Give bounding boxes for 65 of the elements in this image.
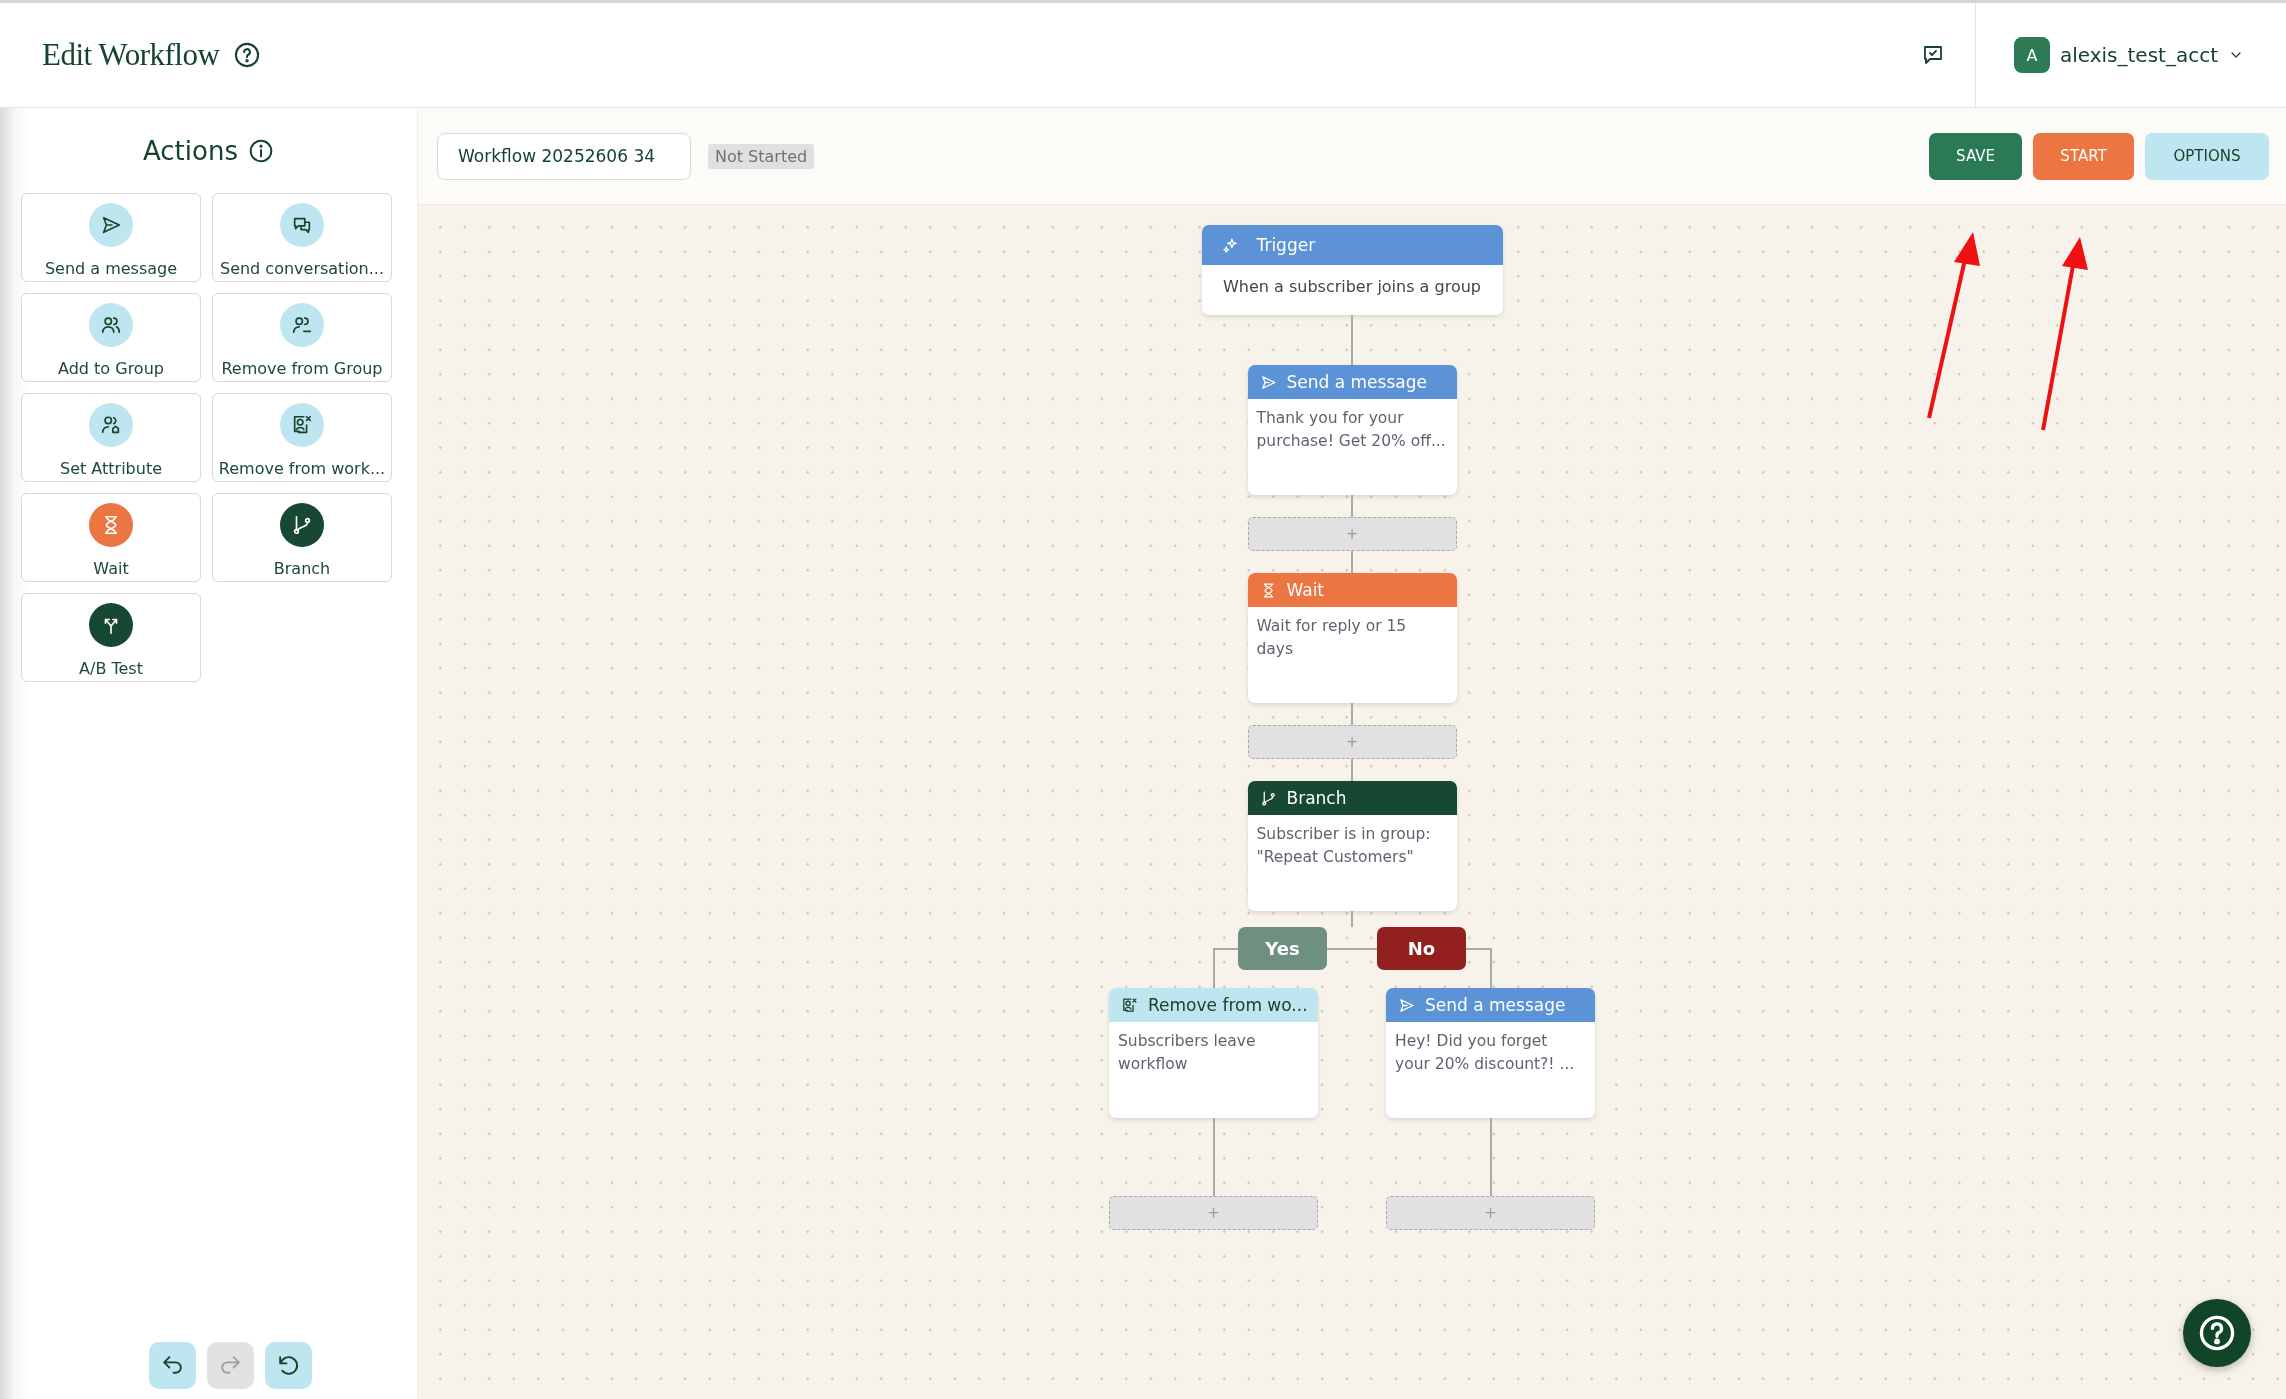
step-description: Thank you for your purchase! Get 20% off... (1255, 408, 1447, 452)
step-title: Remove from wo... (1148, 995, 1308, 1015)
step-card[interactable]: Branch Subscriber is in group: "Repeat Customers" (1247, 781, 1457, 911)
paper-plane-icon (89, 203, 133, 247)
avatar: A (2013, 37, 2050, 73)
action-label: A/B Test (79, 659, 143, 678)
person-shape-icon (89, 403, 133, 447)
save-button[interactable]: SAVE (1929, 132, 2022, 180)
info-icon (248, 138, 274, 164)
action-card[interactable]: Add to Group (21, 293, 201, 382)
help-icon[interactable] (2183, 1299, 2251, 1367)
status-badge: Not Started (708, 143, 815, 169)
step-description: Subscriber is in group: "Repeat Customers" (1255, 824, 1432, 868)
portrait-x-icon (280, 403, 324, 447)
hourglass-icon (89, 503, 133, 547)
step-card[interactable]: Trigger When a subscriber joins a group (1201, 225, 1503, 315)
action-card[interactable]: Remove from Group (212, 293, 392, 382)
action-card[interactable]: Set Attribute (21, 393, 201, 482)
step-title: Wait (1286, 580, 1325, 600)
action-label: Send conversation... (219, 259, 384, 278)
step-description: Wait for reply or 15 days (1255, 616, 1408, 660)
branch-label[interactable]: No (1377, 927, 1466, 970)
action-card[interactable]: Wait (21, 493, 201, 582)
branch-icon (1259, 789, 1277, 807)
actions-heading: Actions (143, 136, 238, 166)
step-title: Send a message (1425, 995, 1566, 1015)
action-label: Remove from Group (221, 359, 383, 378)
action-label: Add to Group (58, 359, 164, 378)
action-card[interactable]: Send conversation... (212, 193, 392, 282)
help-icon[interactable] (233, 41, 262, 69)
step-card[interactable]: Wait Wait for reply or 15 days (1247, 573, 1457, 703)
undo-icon[interactable] (149, 1342, 196, 1389)
people-icon (89, 303, 133, 347)
person-minus-icon (280, 303, 324, 347)
chat-bubbles-icon (280, 203, 324, 247)
branch-icon (280, 503, 324, 547)
user-menu[interactable]: A alexis_test_acct (1974, 3, 2286, 107)
step-title: Send a message (1286, 372, 1427, 392)
step-description: Subscribers leave workflow (1117, 1031, 1257, 1075)
user-name: alexis_test_acct (2059, 43, 2218, 67)
step-title: Trigger (1256, 235, 1316, 255)
step-title: Branch (1286, 788, 1347, 808)
page-title: Edit Workflow (42, 37, 220, 73)
action-card[interactable]: Remove from work... (212, 393, 392, 482)
action-label: Send a message (44, 259, 178, 278)
branch-label[interactable]: Yes (1238, 927, 1327, 970)
paper-plane-icon (1259, 373, 1277, 391)
action-card[interactable]: Send a message (21, 193, 201, 282)
options-button[interactable]: OPTIONS (2145, 132, 2269, 180)
portrait-x-icon (1121, 996, 1138, 1014)
step-card[interactable]: Remove from wo... Subscribers leave workflow (1109, 988, 1318, 1118)
step-card[interactable]: Send a message Thank you for your purchase! Get 20% off... (1247, 365, 1457, 495)
step-description: Hey! Did you forget your 20% discount?! ... (1394, 1031, 1576, 1075)
reset-icon[interactable] (265, 1342, 312, 1389)
action-label: Set Attribute (60, 459, 162, 478)
action-card[interactable]: A/B Test (21, 593, 201, 682)
step-description: When a subscriber joins a group (1222, 276, 1482, 298)
action-label: Wait (93, 559, 129, 578)
action-label: Remove from work... (218, 459, 386, 478)
workflow-name-field[interactable]: Workflow 20252606 34 (437, 132, 691, 180)
paper-plane-icon (1398, 996, 1415, 1014)
action-card[interactable]: Branch (212, 493, 392, 582)
step-card[interactable]: Send a message Hey! Did you forget your 20% discount?! ... (1386, 988, 1595, 1118)
sparkle-icon (1221, 236, 1239, 254)
action-label: Branch (273, 559, 331, 578)
